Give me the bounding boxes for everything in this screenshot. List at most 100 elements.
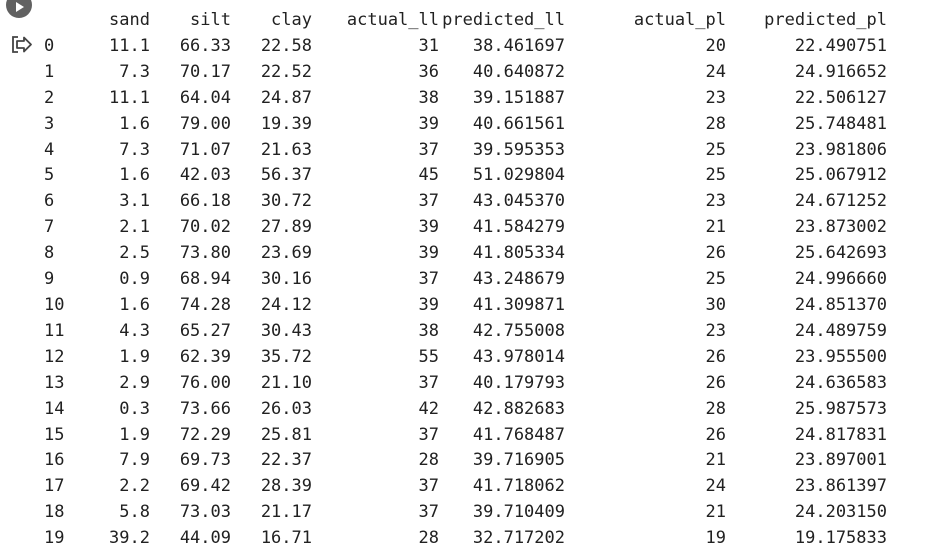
cell-predicted-ll: 43.978014 bbox=[472, 346, 565, 367]
cell-actual-ll: 37 bbox=[418, 372, 439, 393]
cell-sand: 7.9 bbox=[119, 450, 150, 471]
table-row: 19 39.2 44.09 16.71 28 32.717202 19 19.175833 bbox=[44, 526, 887, 552]
dataframe-table: sand silt clay actual_ll predicted_ll ac… bbox=[44, 8, 887, 552]
table-row: 8 2.5 73.80 23.69 39 41.805334 26 25.642693 bbox=[44, 241, 887, 267]
cell-actual-pl: 20 bbox=[705, 35, 726, 56]
cell-sand: 2.2 bbox=[119, 476, 150, 497]
play-icon bbox=[16, 2, 24, 12]
cell-actual-pl: 23 bbox=[705, 320, 726, 341]
cell-sand: 7.3 bbox=[119, 61, 150, 82]
cell-predicted-pl: 24.489759 bbox=[794, 320, 887, 341]
table-row: 3 1.6 79.00 19.39 39 40.661561 28 25.748481 bbox=[44, 112, 887, 138]
cell-clay: 30.16 bbox=[260, 269, 312, 290]
cell-sand: 1.9 bbox=[119, 346, 150, 367]
cell-predicted-ll: 38.461697 bbox=[472, 35, 565, 56]
cell-silt: 70.17 bbox=[179, 61, 231, 82]
cell-silt: 66.18 bbox=[179, 191, 231, 212]
row-index: 9 bbox=[44, 269, 55, 290]
table-row: 10 1.6 74.28 24.12 39 41.309871 30 24.851370 bbox=[44, 293, 887, 319]
row-index: 17 bbox=[44, 476, 65, 497]
column-header-clay: clay bbox=[271, 10, 312, 30]
table-row: 1 7.3 70.17 22.52 36 40.640872 24 24.916652 bbox=[44, 60, 887, 86]
cell-actual-pl: 26 bbox=[705, 424, 726, 445]
cell-sand: 7.3 bbox=[119, 139, 150, 160]
cell-silt: 73.66 bbox=[179, 398, 231, 419]
table-row: 11 4.3 65.27 30.43 38 42.755008 23 24.489759 bbox=[44, 319, 887, 345]
cell-actual-ll: 45 bbox=[418, 165, 439, 186]
cell-actual-ll: 42 bbox=[418, 398, 439, 419]
cell-actual-ll: 37 bbox=[418, 139, 439, 160]
table-row: 18 5.8 73.03 21.17 37 39.710409 21 24.203150 bbox=[44, 500, 887, 526]
cell-sand: 11.1 bbox=[109, 35, 150, 56]
cell-sand: 4.3 bbox=[119, 320, 150, 341]
cell-predicted-ll: 43.248679 bbox=[472, 269, 565, 290]
cell-sand: 2.1 bbox=[119, 217, 150, 238]
row-index: 13 bbox=[44, 372, 65, 393]
cell-clay: 19.39 bbox=[260, 113, 312, 134]
row-index: 2 bbox=[44, 87, 55, 108]
cell-silt: 70.02 bbox=[179, 217, 231, 238]
cell-silt: 65.27 bbox=[179, 320, 231, 341]
table-row: 14 0.3 73.66 26.03 42 42.882683 28 25.987573 bbox=[44, 397, 887, 423]
cell-predicted-pl: 22.506127 bbox=[794, 87, 887, 108]
cell-clay: 22.52 bbox=[260, 61, 312, 82]
header-row: sand silt clay actual_ll predicted_ll ac… bbox=[44, 8, 887, 34]
table-row: 13 2.9 76.00 21.10 37 40.179793 26 24.636583 bbox=[44, 371, 887, 397]
row-index: 1 bbox=[44, 61, 55, 82]
cell-clay: 35.72 bbox=[260, 346, 312, 367]
row-index: 11 bbox=[44, 320, 65, 341]
cell-sand: 0.3 bbox=[119, 398, 150, 419]
cell-predicted-pl: 23.955500 bbox=[794, 346, 887, 367]
cell-predicted-ll: 41.584279 bbox=[472, 217, 565, 238]
cell-actual-pl: 28 bbox=[705, 113, 726, 134]
cell-predicted-ll: 42.882683 bbox=[472, 398, 565, 419]
cell-silt: 76.00 bbox=[179, 372, 231, 393]
cell-sand: 39.2 bbox=[109, 528, 150, 549]
cell-predicted-pl: 22.490751 bbox=[794, 35, 887, 56]
cell-sand: 1.6 bbox=[119, 294, 150, 315]
table-row: 5 1.6 42.03 56.37 45 51.029804 25 25.067912 bbox=[44, 163, 887, 189]
cell-sand: 1.9 bbox=[119, 424, 150, 445]
run-cell-button[interactable] bbox=[6, 0, 32, 18]
cell-predicted-ll: 40.179793 bbox=[472, 372, 565, 393]
cell-actual-ll: 37 bbox=[418, 476, 439, 497]
row-index: 16 bbox=[44, 450, 65, 471]
table-row: 2 11.1 64.04 24.87 38 39.151887 23 22.506127 bbox=[44, 86, 887, 112]
cell-actual-pl: 24 bbox=[705, 61, 726, 82]
cell-clay: 16.71 bbox=[260, 528, 312, 549]
cell-silt: 72.29 bbox=[179, 424, 231, 445]
output-redirect-icon[interactable] bbox=[10, 33, 34, 55]
cell-silt: 69.42 bbox=[179, 476, 231, 497]
cell-predicted-ll: 42.755008 bbox=[472, 320, 565, 341]
column-header-silt: silt bbox=[190, 10, 231, 30]
cell-clay: 24.12 bbox=[260, 294, 312, 315]
cell-predicted-pl: 24.817831 bbox=[794, 424, 887, 445]
table-row: 6 3.1 66.18 30.72 37 43.045370 23 24.671252 bbox=[44, 189, 887, 215]
cell-actual-pl: 30 bbox=[705, 294, 726, 315]
cell-predicted-pl: 24.916652 bbox=[794, 61, 887, 82]
row-index: 12 bbox=[44, 346, 65, 367]
row-index: 7 bbox=[44, 217, 55, 238]
cell-predicted-pl: 23.861397 bbox=[794, 476, 887, 497]
cell-sand: 1.6 bbox=[119, 165, 150, 186]
table-row: 9 0.9 68.94 30.16 37 43.248679 25 24.996660 bbox=[44, 267, 887, 293]
cell-silt: 66.33 bbox=[179, 35, 231, 56]
cell-predicted-ll: 39.710409 bbox=[472, 502, 565, 523]
cell-clay: 21.10 bbox=[260, 372, 312, 393]
cell-silt: 68.94 bbox=[179, 269, 231, 290]
cell-sand: 5.8 bbox=[119, 502, 150, 523]
cell-predicted-pl: 24.203150 bbox=[794, 502, 887, 523]
cell-actual-pl: 26 bbox=[705, 372, 726, 393]
index-header bbox=[44, 8, 80, 34]
cell-actual-ll: 31 bbox=[418, 35, 439, 56]
cell-predicted-pl: 25.067912 bbox=[794, 165, 887, 186]
cell-actual-ll: 37 bbox=[418, 269, 439, 290]
cell-actual-pl: 21 bbox=[705, 450, 726, 471]
row-index: 5 bbox=[44, 165, 55, 186]
cell-predicted-ll: 32.717202 bbox=[472, 528, 565, 549]
cell-clay: 30.43 bbox=[260, 320, 312, 341]
cell-actual-pl: 21 bbox=[705, 217, 726, 238]
cell-actual-ll: 37 bbox=[418, 502, 439, 523]
dataframe-body: 0 11.1 66.33 22.58 31 38.461697 20 22.490751 1 7.… bbox=[44, 34, 887, 552]
cell-sand: 0.9 bbox=[119, 269, 150, 290]
